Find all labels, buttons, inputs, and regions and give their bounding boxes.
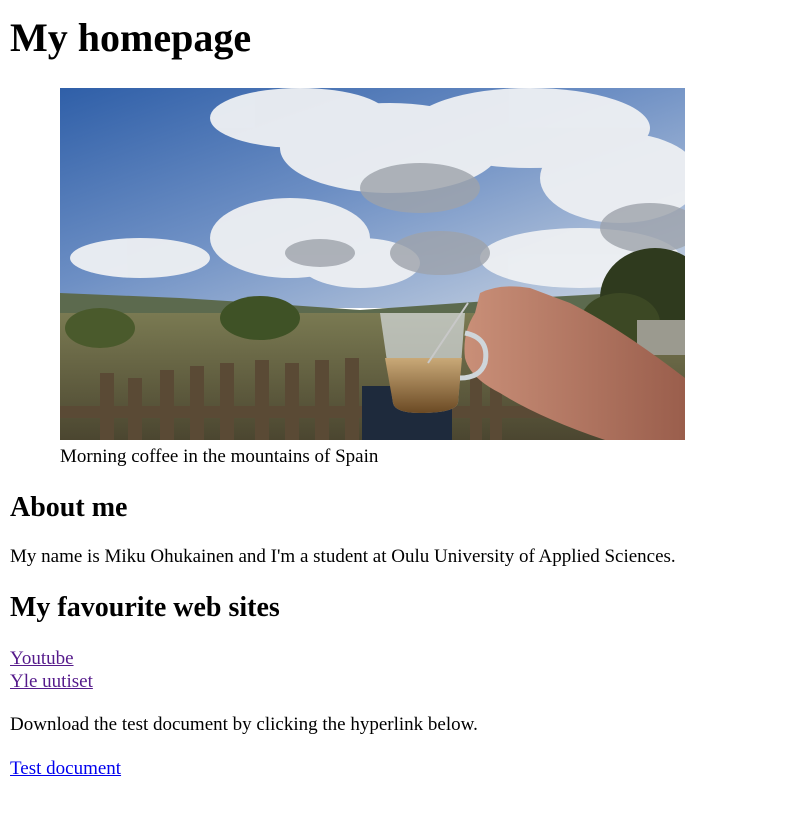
coffee-figure: Morning coffee in the mountains of Spain <box>60 88 685 469</box>
link-yle-uutiset[interactable]: Yle uutiset <box>10 671 93 692</box>
test-document-wrap: Test document <box>10 757 785 781</box>
page-title: My homepage <box>10 15 252 60</box>
link-youtube[interactable]: Youtube <box>10 648 74 669</box>
link-test-document[interactable]: Test document <box>10 758 121 779</box>
page-content: My homepage Morning coffee in the mounta… <box>0 14 795 781</box>
favourite-sites-heading: My favourite web sites <box>10 592 280 623</box>
coffee-photo <box>60 88 685 440</box>
download-instructions: Download the test document by clicking t… <box>10 714 478 735</box>
photo-caption: Morning coffee in the mountains of Spain <box>60 446 379 467</box>
favourite-sites-list: Youtube Yle uutiset <box>10 647 785 693</box>
about-text: My name is Miku Ohukainen and I'm a stud… <box>10 546 676 567</box>
about-heading: About me <box>10 492 128 523</box>
